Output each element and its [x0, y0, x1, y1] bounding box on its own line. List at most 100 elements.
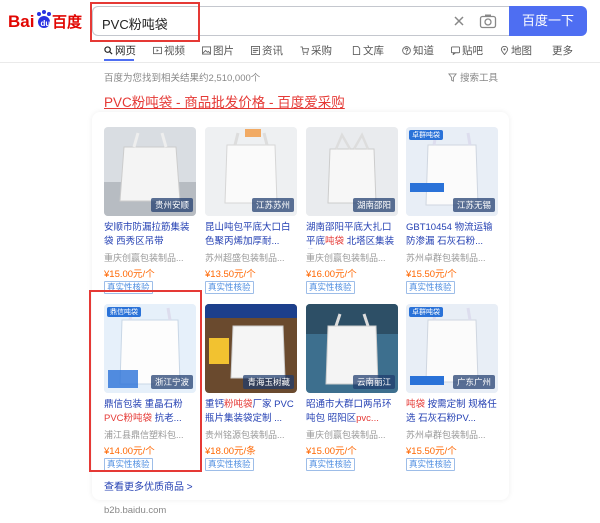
product-image[interactable]: 湖南邵阳	[306, 127, 398, 216]
map-pin-icon	[500, 46, 509, 55]
location-tag: 江苏苏州	[251, 198, 294, 212]
product-shop[interactable]: 重庆创赢包装制品...	[306, 428, 398, 441]
tab-tieba[interactable]: 贴吧	[451, 43, 483, 58]
baidu-logo[interactable]: Bai du 百度	[8, 9, 88, 33]
tab-label: 知道	[413, 45, 434, 57]
tab-label: 资讯	[262, 45, 283, 57]
tab-more[interactable]: 更多	[552, 43, 573, 58]
svg-text:百度: 百度	[52, 13, 83, 31]
brand-badge: 鼎信吨袋	[107, 307, 141, 317]
news-icon	[251, 46, 260, 55]
product-title-keyword: 粉吨袋	[224, 399, 253, 410]
baidu-paw-icon: du	[37, 10, 51, 28]
tab-label: 地图	[511, 45, 532, 57]
product-title[interactable]: GBT10454 物流运输防渗漏 石灰石粉...	[406, 221, 498, 249]
doc-icon	[352, 46, 361, 55]
verify-badge[interactable]: 真实性核验	[205, 458, 254, 471]
result-title-keyword: PVC粉吨袋	[104, 95, 173, 110]
product-price: ¥18.00元/条	[205, 446, 256, 457]
tab-wenku[interactable]: 文库	[352, 43, 384, 58]
verify-badge[interactable]: 真实性核验	[104, 281, 153, 294]
product-shop[interactable]: 苏州卓群包装制品...	[406, 251, 498, 264]
camera-icon[interactable]	[479, 13, 497, 29]
product-title[interactable]: 昆山吨包平底大口白色聚丙烯加厚耐...	[205, 221, 297, 249]
product-price: ¥15.00元/个	[104, 269, 155, 280]
filter-icon	[448, 72, 457, 82]
verify-badge[interactable]: 真实性核验	[406, 281, 455, 294]
tab-image[interactable]: 图片	[202, 43, 234, 58]
tab-label: 更多	[552, 45, 573, 57]
product-shop[interactable]: 苏州超盛包装制品...	[205, 251, 297, 264]
verify-badge[interactable]: 真实性核验	[205, 281, 254, 294]
image-icon	[202, 46, 211, 55]
search-button[interactable]: 百度一下	[509, 6, 587, 36]
result-count: 百度为您找到相关结果约2,510,000个	[104, 73, 261, 84]
product-card[interactable]: 江苏苏州 昆山吨包平底大口白色聚丙烯加厚耐... 苏州超盛包装制品... ¥13…	[205, 127, 297, 295]
product-image[interactable]: 卓群吨袋 江苏无锡	[406, 127, 498, 216]
verify-badge[interactable]: 真实性核验	[104, 458, 153, 471]
product-price: ¥15.50元/个	[406, 446, 457, 457]
verify-badge[interactable]: 真实性核验	[306, 281, 355, 294]
product-price: ¥15.00元/个	[306, 446, 357, 457]
close-icon[interactable]	[451, 13, 467, 29]
tab-zhidao[interactable]: 知道	[402, 43, 434, 58]
product-card[interactable]: 卓群吨袋 广东广州 吨袋 按需定制 规格任选 石灰石粉PV... 苏州卓群包装制…	[406, 304, 498, 472]
search-query-text[interactable]: PVC粉吨袋	[102, 14, 168, 33]
cart-icon	[300, 46, 309, 55]
search-input[interactable]: PVC粉吨袋	[92, 6, 510, 36]
tab-map[interactable]: 地图	[500, 43, 532, 58]
product-title[interactable]: 安顺市防漏拉筋集装袋 西秀区吊带	[104, 221, 196, 249]
product-title[interactable]: 昭通市大群口两吊环吨包 昭阳区pvc...	[306, 398, 398, 426]
more-products-link[interactable]: 查看更多优质商品 >	[104, 478, 193, 493]
product-title[interactable]: 鼎信包装 重晶石粉 PVC粉吨袋 抗老...	[104, 398, 196, 426]
product-title-text: 昆山吨包平底大口白色聚丙烯加厚耐...	[205, 222, 291, 247]
tab-label: 贴吧	[462, 45, 483, 57]
location-tag: 江苏无锡	[452, 198, 495, 212]
location-tag: 浙江宁波	[150, 375, 193, 389]
location-tag: 贵州安顺	[150, 198, 193, 212]
product-image[interactable]: 江苏苏州	[205, 127, 297, 216]
product-image[interactable]: 云南丽江	[306, 304, 398, 393]
product-title[interactable]: 重钙粉吨袋厂家 PVC瓶片集装袋定制 ...	[205, 398, 297, 426]
product-card[interactable]: 湖南邵阳 湖南邵阳平底大扎口平底吨袋 北塔区集装袋邵... 重庆创赢包装制品..…	[306, 127, 398, 295]
product-title[interactable]: 吨袋 按需定制 规格任选 石灰石粉PV...	[406, 398, 498, 426]
product-card[interactable]: 青海玉树藏 重钙粉吨袋厂家 PVC瓶片集装袋定制 ... 贵州铭源包装制品...…	[205, 304, 297, 472]
brand-badge: 卓群吨袋	[409, 307, 443, 317]
source-url[interactable]: b2b.baidu.com	[104, 505, 166, 516]
product-title[interactable]: 湖南邵阳平底大扎口平底吨袋 北塔区集装袋邵...	[306, 221, 398, 249]
search-tools-button[interactable]: 搜索工具	[448, 70, 498, 84]
tab-video[interactable]: 视频	[153, 43, 185, 58]
tab-web[interactable]: 网页	[104, 43, 136, 58]
result-title-rest: - 商品批发价格 - 百度爱采购	[172, 95, 345, 110]
product-title-text: 鼎信包装 重晶石粉	[104, 399, 183, 410]
search-icon	[104, 46, 113, 55]
chat-icon	[451, 46, 460, 55]
product-shop[interactable]: 重庆创赢包装制品...	[104, 251, 196, 264]
location-tag: 湖南邵阳	[352, 198, 395, 212]
verify-badge[interactable]: 真实性核验	[306, 458, 355, 471]
tab-purchase[interactable]: 采购	[300, 43, 332, 58]
product-image[interactable]: 青海玉树藏	[205, 304, 297, 393]
product-image[interactable]: 贵州安顺	[104, 127, 196, 216]
location-tag: 云南丽江	[352, 375, 395, 389]
tab-label: 文库	[363, 45, 384, 57]
product-title-keyword: pvc...	[356, 412, 379, 424]
product-image[interactable]: 鼎信吨袋 浙江宁波	[104, 304, 196, 393]
product-card[interactable]: 鼎信吨袋 浙江宁波 鼎信包装 重晶石粉 PVC粉吨袋 抗老... 浦江县鼎信塑料…	[104, 304, 196, 472]
product-price: ¥13.50元/个	[205, 269, 256, 280]
product-shop[interactable]: 苏州卓群包装制品...	[406, 428, 498, 441]
product-price: ¥16.00元/个	[306, 269, 357, 280]
product-price: ¥15.50元/个	[406, 269, 457, 280]
result-title-link[interactable]: PVC粉吨袋 - 商品批发价格 - 百度爱采购	[104, 91, 345, 111]
product-image[interactable]: 卓群吨袋 广东广州	[406, 304, 498, 393]
verify-badge[interactable]: 真实性核验	[406, 458, 455, 471]
active-tab-indicator	[104, 59, 134, 61]
product-card[interactable]: 贵州安顺 安顺市防漏拉筋集装袋 西秀区吊带 重庆创赢包装制品... ¥15.00…	[104, 127, 196, 295]
header-divider	[0, 62, 600, 63]
product-shop[interactable]: 重庆创赢包装制品...	[306, 251, 398, 264]
product-shop[interactable]: 贵州铭源包装制品...	[205, 428, 297, 441]
product-card[interactable]: 卓群吨袋 江苏无锡 GBT10454 物流运输防渗漏 石灰石粉... 苏州卓群包…	[406, 127, 498, 295]
product-card[interactable]: 云南丽江 昭通市大群口两吊环吨包 昭阳区pvc... 重庆创赢包装制品... ¥…	[306, 304, 398, 472]
product-shop[interactable]: 浦江县鼎信塑料包...	[104, 428, 196, 441]
tab-news[interactable]: 资讯	[251, 43, 283, 58]
